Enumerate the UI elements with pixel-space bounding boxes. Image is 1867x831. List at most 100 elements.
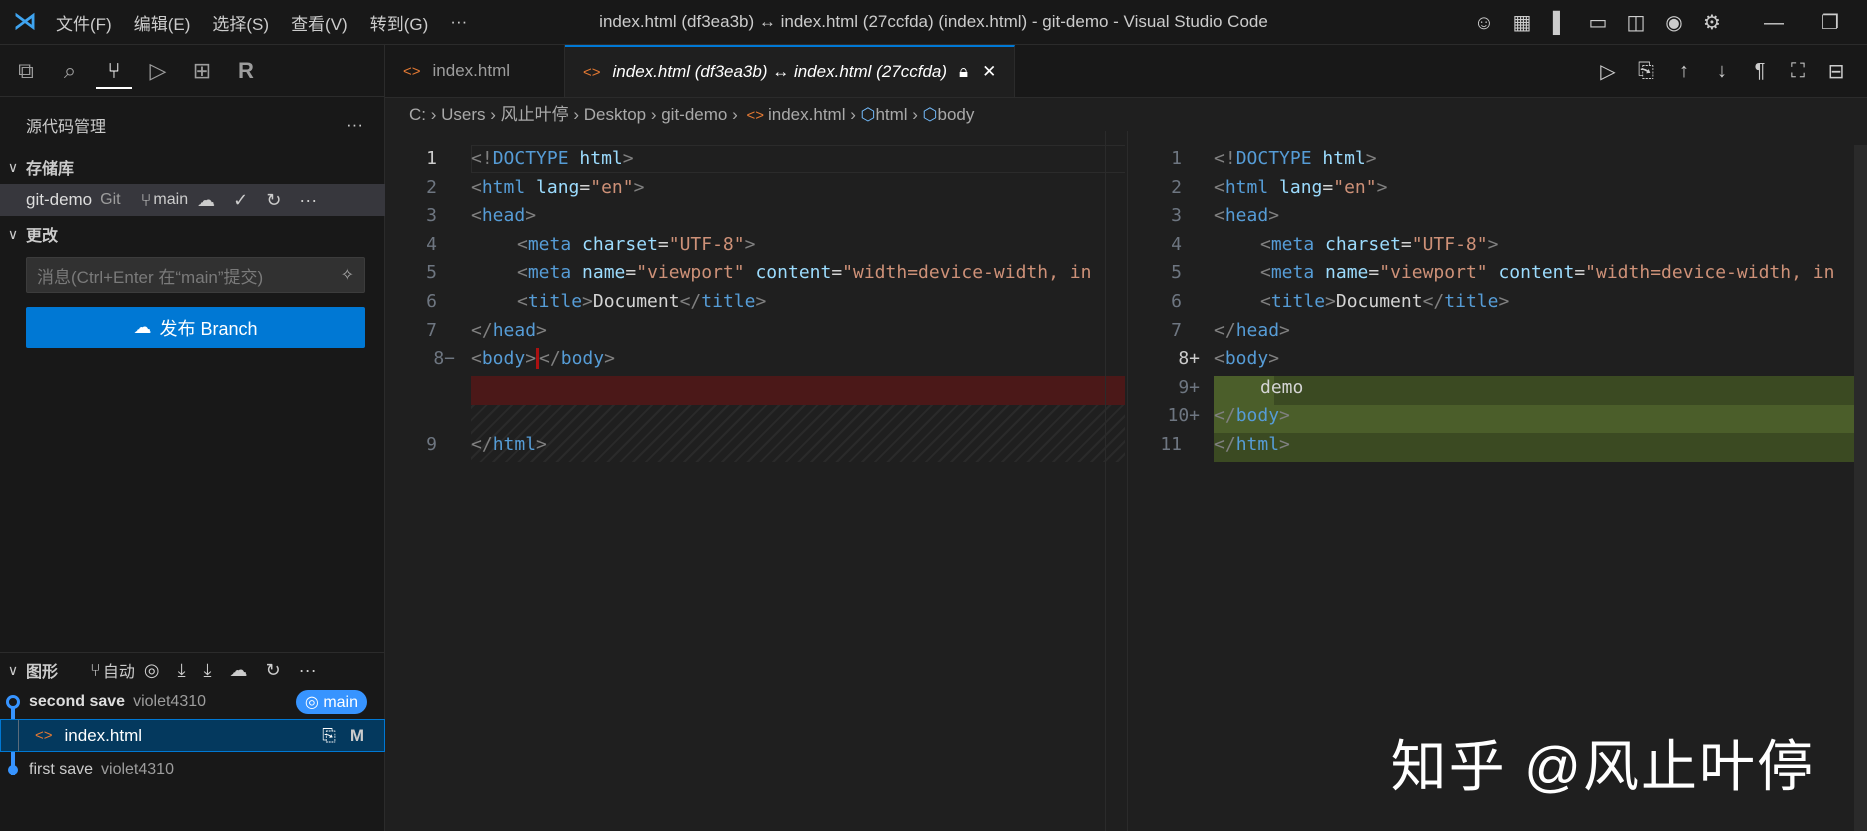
open-file-icon[interactable]: ⎘ xyxy=(1627,60,1665,83)
chevron-down-icon[interactable]: ∨ xyxy=(0,159,26,176)
watermark: 知乎 @风止叶停 xyxy=(1390,735,1815,798)
publish-branch-label: 发布 Branch xyxy=(159,318,258,339)
close-icon[interactable]: ✕ xyxy=(982,62,996,82)
commit-message: first save xyxy=(29,761,94,778)
auto-label[interactable]: 自动 xyxy=(103,658,135,682)
sidebar-title: 源代码管理 xyxy=(26,119,107,136)
file-status: M xyxy=(349,725,364,745)
more-icon[interactable]: ··· xyxy=(299,190,317,211)
repo-row[interactable]: git-demo Git ⑂ main ☁ ✓ ↻ ··· xyxy=(0,184,385,216)
restore-icon[interactable]: ❐ xyxy=(1817,10,1843,36)
cloud-upload-icon: ☁ xyxy=(133,317,152,337)
vscode-logo-icon: ⋊ xyxy=(13,8,37,35)
toggle-sidebar-icon[interactable]: ▌ xyxy=(1547,10,1573,36)
html-file-icon: <> xyxy=(583,63,601,81)
copilot-icon[interactable]: ☺ xyxy=(1471,10,1497,36)
map-icon[interactable]: ⛶ xyxy=(1779,60,1817,83)
extensions-icon[interactable]: ⊞ xyxy=(184,53,220,89)
original-pane[interactable]: 1 <!DOCTYPE html> 2 <html lang="en"> 3 <hea… xyxy=(385,131,1125,831)
commit-row[interactable]: second save violet4310 ◎ main xyxy=(0,687,385,717)
scrollbar[interactable] xyxy=(1854,145,1867,831)
account-icon[interactable]: ◉ xyxy=(1661,10,1687,36)
refresh-icon[interactable]: ↻ xyxy=(266,660,281,681)
gear-icon[interactable]: ⚙ xyxy=(1699,10,1725,36)
refresh-icon[interactable]: ↻ xyxy=(266,190,281,211)
menu-file[interactable]: 文件(F) xyxy=(56,10,112,35)
fetch-icon[interactable]: ⤓ xyxy=(178,660,186,681)
file-name: index.html xyxy=(64,725,143,745)
cloud-upload-icon[interactable]: ☁ xyxy=(230,660,248,681)
breadcrumb-item[interactable]: 风止叶停 xyxy=(501,105,569,124)
html-file-icon: <> xyxy=(746,107,764,124)
repo-name: git-demo xyxy=(26,190,93,209)
run-icon[interactable]: ▷ xyxy=(1589,59,1627,84)
toggle-secondary-sidebar-icon[interactable]: ◫ xyxy=(1623,10,1649,36)
layout-icon[interactable]: ▦ xyxy=(1509,10,1535,36)
explorer-icon[interactable]: ⧉ xyxy=(8,53,44,89)
html-file-icon: <> xyxy=(403,62,421,80)
previous-change-icon[interactable]: ↑ xyxy=(1665,60,1703,83)
commit-author: violet4310 xyxy=(133,693,207,710)
breadcrumb-item[interactable]: git-demo xyxy=(661,105,727,124)
element-icon: ⬡ xyxy=(922,105,938,124)
publish-branch-button[interactable]: ☁ 发布 Branch xyxy=(26,307,365,348)
html-file-icon: <> xyxy=(35,727,53,744)
commit-node-icon xyxy=(8,765,18,775)
branch-icon: ⑂ xyxy=(140,189,152,210)
pull-icon[interactable]: ⤓ xyxy=(204,660,212,681)
branch-badge: ◎ main xyxy=(295,690,367,714)
menu-selection[interactable]: 选择(S) xyxy=(212,10,269,35)
next-change-icon[interactable]: ↓ xyxy=(1703,60,1741,83)
menu-more[interactable]: ··· xyxy=(450,12,467,32)
source-control-icon[interactable]: ⑂ xyxy=(96,53,132,89)
minimize-icon[interactable]: — xyxy=(1761,10,1787,36)
menu-view[interactable]: 查看(V) xyxy=(291,10,348,35)
tab-label: index.html xyxy=(432,61,511,80)
commit-author: violet4310 xyxy=(101,761,174,778)
whitespace-icon[interactable]: ¶ xyxy=(1741,60,1779,83)
check-icon[interactable]: ✓ xyxy=(233,190,248,211)
breadcrumb-item[interactable]: Users xyxy=(441,105,485,124)
breadcrumb-item[interactable]: index.html xyxy=(768,105,845,124)
changes-header[interactable]: 更改 xyxy=(26,222,58,246)
lock-icon[interactable]: 🔒︎ xyxy=(959,62,968,82)
tab-index-html[interactable]: <> index.html xyxy=(385,45,565,97)
search-icon[interactable]: ⌕ xyxy=(52,53,88,89)
changed-file-row[interactable]: <> index.html ⎘ M xyxy=(0,719,385,752)
element-icon: ⬡ xyxy=(860,105,876,124)
more-icon[interactable]: ··· xyxy=(299,660,317,681)
run-debug-icon[interactable]: ▷ xyxy=(140,53,176,89)
target-icon[interactable]: ◎ xyxy=(144,660,160,681)
title-bar: ⋊ 文件(F) 编辑(E) 选择(S) 查看(V) 转到(G) ··· inde… xyxy=(0,0,1867,45)
branch-name[interactable]: main xyxy=(153,191,188,209)
tab-label: index.html (df3ea3b) ↔ index.html (27ccf… xyxy=(612,62,948,81)
commit-row[interactable]: first save violet4310 xyxy=(0,755,385,785)
breadcrumb: C: › Users › 风止叶停 › Desktop › git-demo ›… xyxy=(409,105,975,124)
graph-header[interactable]: 图形 xyxy=(26,658,58,682)
repo-type: Git xyxy=(100,191,121,208)
split-editor-icon[interactable]: ⊟ xyxy=(1817,59,1855,84)
chevron-down-icon[interactable]: ∨ xyxy=(0,226,26,243)
breadcrumb-item[interactable]: html xyxy=(875,105,907,124)
source-control-sidebar: ⧉ ⌕ ⑂ ▷ ⊞ R 源代码管理 ··· ∨ 存储库 git-demo Git… xyxy=(0,45,385,831)
commit-message-placeholder: 消息(Ctrl+Enter 在“main”提交) xyxy=(37,267,264,287)
breadcrumb-item[interactable]: Desktop xyxy=(584,105,646,124)
commit-message-input[interactable]: 消息(Ctrl+Enter 在“main”提交) ✧ xyxy=(26,257,365,293)
diff-editor: <> index.html <> index.html (df3ea3b) ↔ in… xyxy=(385,45,1867,831)
commit-message: second save xyxy=(29,693,126,710)
menu-edit[interactable]: 编辑(E) xyxy=(134,10,191,35)
sparkle-icon[interactable]: ✧ xyxy=(341,265,354,285)
r-icon[interactable]: R xyxy=(228,53,264,89)
breadcrumb-item[interactable]: body xyxy=(938,105,975,124)
menu-go[interactable]: 转到(G) xyxy=(370,10,429,35)
breadcrumb-item[interactable]: C: xyxy=(409,105,426,124)
chevron-down-icon[interactable]: ∨ xyxy=(0,662,26,679)
branch-icon[interactable]: ⑂ xyxy=(90,660,101,681)
cloud-upload-icon[interactable]: ☁ xyxy=(197,190,215,211)
more-actions-icon[interactable]: ··· xyxy=(346,115,363,135)
tab-diff[interactable]: <> index.html (df3ea3b) ↔ index.html (27c… xyxy=(565,45,1016,97)
repositories-header[interactable]: 存储库 xyxy=(26,155,74,179)
open-file-icon[interactable]: ⎘ xyxy=(322,726,336,746)
toggle-panel-icon[interactable]: ▭ xyxy=(1585,10,1611,36)
commit-node-icon xyxy=(6,695,20,709)
